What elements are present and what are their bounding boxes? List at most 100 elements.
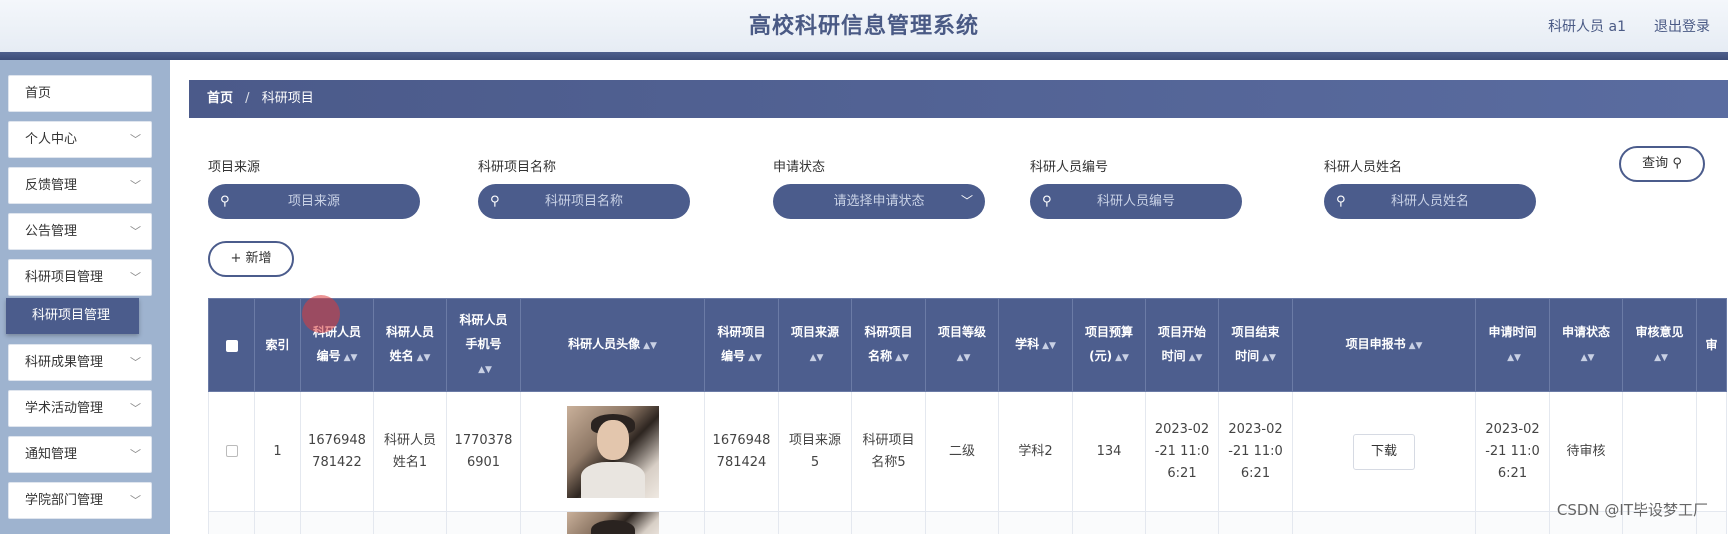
column-header[interactable]: 项目开始 时间 ▲▼ (1145, 298, 1219, 392)
status-select[interactable]: 请选择申请状态 ﹀ (773, 184, 985, 219)
sort-icon[interactable]: ▲▼ (957, 346, 971, 370)
sidebar-item-academic-activities[interactable]: 学术活动管理 ﹀ (8, 390, 152, 427)
chevron-down-icon: ﹀ (960, 194, 973, 208)
sort-icon[interactable]: ▲▼ (748, 346, 762, 370)
chevron-down-icon: ﹀ (130, 448, 141, 461)
column-header-label: 科研人员 (459, 313, 508, 327)
cell-line: -21 11:0 (1485, 443, 1540, 459)
sidebar-item-achievements[interactable]: 科研成果管理 ﹀ (8, 344, 152, 381)
project-name-search-input[interactable]: ⚲ 科研项目名称 (478, 184, 690, 219)
search-icon: ⚲ (220, 194, 230, 209)
sort-icon[interactable]: ▲▼ (810, 346, 824, 370)
column-header[interactable]: 科研人员手机号 ▲▼ (446, 298, 521, 392)
table-cell (778, 511, 852, 534)
breadcrumb-home-link[interactable]: 首页 (207, 91, 233, 106)
researcher-avatar[interactable] (566, 512, 659, 534)
avatar-hair (590, 520, 635, 534)
chevron-down-icon: ﹀ (130, 356, 141, 369)
search-icon: ⚲ (1042, 194, 1052, 209)
column-header[interactable]: 科研人员头像 ▲▼ (520, 298, 705, 392)
table-cell (1475, 511, 1550, 534)
column-header[interactable]: 学科 ▲▼ (998, 298, 1073, 392)
filter-label-status: 申请状态 (773, 160, 826, 175)
breadcrumb-separator: / (245, 91, 250, 106)
column-header[interactable]: 项目申报书 ▲▼ (1292, 298, 1476, 392)
column-header[interactable]: 科研项目 编号 ▲▼ (704, 298, 779, 392)
cell-line: 6901 (466, 454, 501, 470)
column-header[interactable]: 科研项目 名称 ▲▼ (851, 298, 926, 392)
query-button[interactable]: 查询 ⚲ (1619, 146, 1705, 182)
column-header[interactable]: 项目结束 时间 ▲▼ (1218, 298, 1293, 392)
researcher-no-search-input[interactable]: ⚲ 科研人员编号 (1030, 184, 1242, 219)
table-cell (704, 511, 779, 534)
cell-line: 科研人员 (383, 432, 436, 448)
budget-cell: 134 (1072, 391, 1146, 512)
sort-icon[interactable]: ▲▼ (643, 334, 657, 358)
sort-icon[interactable]: ▲▼ (417, 346, 431, 370)
sort-icon[interactable]: ▲▼ (895, 346, 909, 370)
column-header[interactable]: 项目等级 ▲▼ (925, 298, 999, 392)
select-all-header[interactable] (208, 298, 255, 392)
click-indicator (302, 295, 340, 333)
select-all-checkbox[interactable] (225, 339, 238, 352)
cell-line: 1676948 (308, 432, 366, 448)
sort-icon[interactable]: ▲▼ (1581, 346, 1595, 370)
sidebar-item-personal-center[interactable]: 个人中心 ﹀ (8, 121, 152, 158)
sidebar-item-label: 个人中心 (25, 132, 78, 147)
column-header-label: 时间 (1235, 349, 1260, 363)
researcher-name-search-input[interactable]: ⚲ 科研人员姓名 (1324, 184, 1536, 219)
column-header-label: 申请时间 (1488, 325, 1537, 339)
sort-icon[interactable]: ▲▼ (1507, 346, 1521, 370)
sort-icon[interactable]: ▲▼ (1189, 346, 1203, 370)
table-cell (300, 511, 374, 534)
sort-icon[interactable]: ▲▼ (478, 358, 492, 382)
plus-icon: + (230, 251, 242, 266)
sort-icon[interactable]: ▲▼ (1654, 346, 1668, 370)
column-header[interactable]: 审核意见 ▲▼ (1622, 298, 1697, 392)
column-header-label: 科研项目 (717, 325, 766, 339)
add-button[interactable]: + 新增 (208, 241, 294, 277)
sidebar-item-announcements[interactable]: 公告管理 ﹀ (8, 213, 152, 250)
filter-label-researcher-no: 科研人员编号 (1030, 160, 1109, 175)
row-checkbox[interactable] (225, 445, 238, 457)
column-header-label: 项目申报书 (1345, 337, 1406, 351)
filter-label-researcher-name: 科研人员姓名 (1324, 160, 1403, 175)
column-header[interactable]: 申请状态 ▲▼ (1549, 298, 1623, 392)
researcher-avatar[interactable] (566, 405, 659, 498)
logout-link[interactable]: 退出登录 (1654, 16, 1710, 36)
chevron-down-icon: ﹀ (130, 179, 141, 192)
app-title: 高校科研信息管理系统 (748, 14, 979, 39)
sort-icon[interactable]: ▲▼ (1115, 346, 1129, 370)
source-search-input[interactable]: ⚲ 项目来源 (208, 184, 420, 219)
sidebar-subitem-project-management[interactable]: 科研项目管理 (6, 298, 139, 334)
researcher-no-cell: 1676948 781422 (300, 391, 374, 512)
sort-icon[interactable]: ▲▼ (1042, 334, 1056, 358)
row-select-cell[interactable] (208, 391, 255, 512)
column-header[interactable]: 申请时间 ▲▼ (1475, 298, 1550, 392)
sidebar-subitem-label: 科研项目管理 (32, 308, 111, 323)
sort-icon[interactable]: ▲▼ (344, 346, 358, 370)
column-header-label: 手机号 (465, 337, 502, 351)
sidebar-item-projects[interactable]: 科研项目管理 ﹀ (8, 259, 152, 296)
chevron-down-icon: ﹀ (130, 494, 141, 507)
sidebar-item-feedback[interactable]: 反馈管理 ﹀ (8, 167, 152, 204)
cell-line: 科研项目 (862, 432, 915, 448)
column-header[interactable]: 项目预算 (元) ▲▼ (1072, 298, 1146, 392)
filter-label-source: 项目来源 (208, 160, 261, 175)
sidebar-item-home[interactable]: 首页 (8, 75, 152, 112)
column-header[interactable]: 科研人员 姓名 ▲▼ (373, 298, 447, 392)
column-header[interactable]: 项目来源 ▲▼ (778, 298, 852, 392)
column-header-label: 科研项目 (864, 325, 913, 339)
cell-line: 6:21 (1240, 465, 1271, 481)
table-row: 1 1676948 781422 科研人员 姓名1 1770378 6901 1676… (208, 391, 1727, 512)
input-placeholder: 科研人员姓名 (1390, 194, 1469, 209)
sort-icon[interactable]: ▲▼ (1262, 346, 1276, 370)
cell-line: -21 11:0 (1228, 443, 1283, 459)
add-button-label: 新增 (245, 251, 272, 266)
sidebar-item-notifications[interactable]: 通知管理 ﹀ (8, 436, 152, 473)
sort-icon[interactable]: ▲▼ (1409, 334, 1423, 358)
sidebar-item-departments[interactable]: 学院部门管理 ﹀ (8, 482, 152, 519)
filter-label-project-name: 科研项目名称 (478, 160, 557, 175)
chevron-down-icon: ﹀ (130, 225, 141, 238)
download-button[interactable]: 下载 (1353, 433, 1415, 470)
